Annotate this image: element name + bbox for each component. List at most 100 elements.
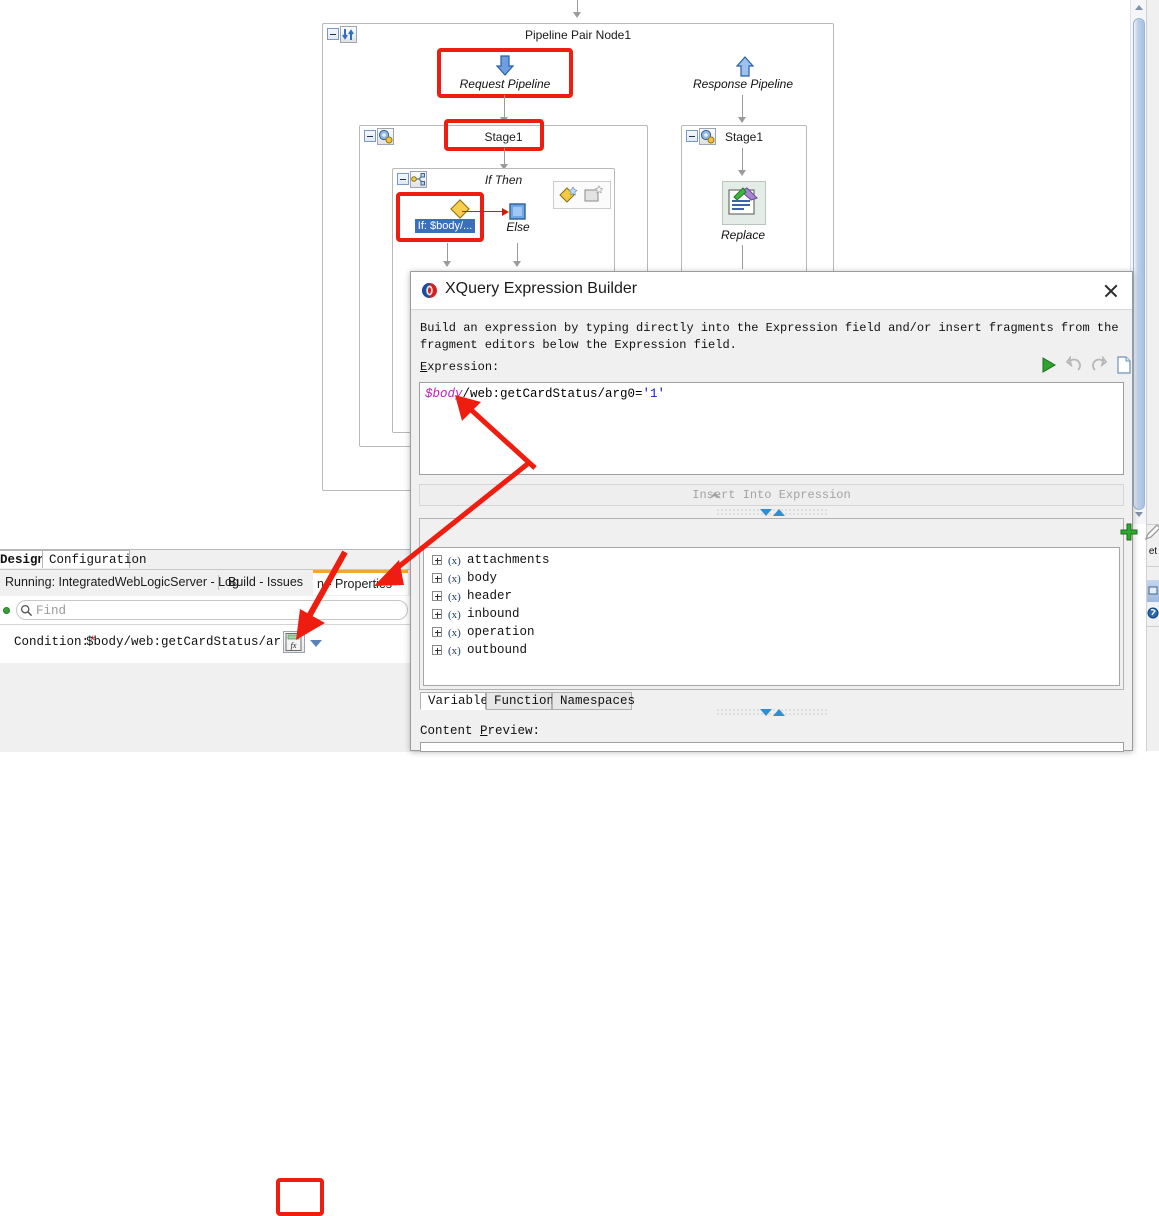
dock-tab-running-log[interactable]: Running: IntegratedWebLogicServer - Log xyxy=(5,570,239,595)
pipeline-pair-title: Pipeline Pair Node1 xyxy=(524,28,632,42)
divider xyxy=(1147,626,1159,627)
condition-label-text: Condition: xyxy=(14,635,90,649)
expression-input[interactable]: $body/web:getCardStatus/arg0='1' xyxy=(419,382,1124,475)
chevron-up-icon[interactable] xyxy=(772,709,785,716)
dock-tab-build-issues[interactable]: Build - Issues xyxy=(228,570,303,595)
close-icon[interactable]: × xyxy=(394,576,401,590)
if-to-else-connector xyxy=(462,208,514,216)
connector-arrowhead xyxy=(573,12,581,18)
if-then-palette[interactable] xyxy=(553,181,611,209)
scrollbar-thumb[interactable] xyxy=(1133,18,1145,510)
list-item-label: attachments xyxy=(467,553,550,567)
oracle-logo-icon xyxy=(422,283,437,298)
list-item-label: body xyxy=(467,571,498,585)
request-stage-title: Stage1 xyxy=(484,130,523,144)
edit-pencil-icon[interactable] xyxy=(1143,522,1159,542)
find-bar[interactable]: Find xyxy=(0,596,420,625)
list-item-label: outbound xyxy=(467,643,528,657)
variable-xy-icon: (x) xyxy=(448,609,461,621)
divider xyxy=(218,575,219,590)
connector-arrowhead xyxy=(443,261,451,267)
add-case-icon[interactable] xyxy=(583,184,605,206)
expand-toggle[interactable] xyxy=(432,609,442,619)
list-item-label: inbound xyxy=(467,607,520,621)
ide-bottom-panel[interactable]: Design Configuration Running: Integrated… xyxy=(0,549,420,1216)
scroll-down-button[interactable] xyxy=(1133,508,1145,522)
search-input[interactable] xyxy=(16,600,408,620)
expression-label: Expression: xyxy=(420,360,500,374)
restore-icon[interactable] xyxy=(1147,580,1159,602)
dialog-title-bar[interactable]: XQuery Expression Builder xyxy=(411,272,1132,310)
condition-value[interactable]: $body/web:getCardStatus/arg0='1' xyxy=(86,635,282,649)
right-strip-label: et xyxy=(1148,546,1158,557)
svg-text:(x): (x) xyxy=(448,627,461,639)
svg-text:(x): (x) xyxy=(448,555,461,567)
connector-arrowhead xyxy=(513,261,521,267)
splitter-lower[interactable] xyxy=(411,708,1132,719)
if-condition-label: If: $body/... xyxy=(415,219,475,233)
chevron-down-icon[interactable] xyxy=(759,709,772,716)
expand-toggle[interactable] xyxy=(432,591,442,601)
variable-xy-icon: (x) xyxy=(448,555,461,567)
chevron-down-icon[interactable] xyxy=(310,640,322,647)
close-icon[interactable] xyxy=(1099,279,1123,303)
else-node[interactable] xyxy=(508,203,528,221)
variable-xy-icon: (x) xyxy=(448,573,461,585)
connector-arrowhead xyxy=(738,117,746,123)
chevron-down-icon[interactable] xyxy=(759,509,772,516)
expression-path: /web:getCardStatus/arg0= xyxy=(462,387,643,401)
else-square-icon xyxy=(509,203,526,220)
connector-arrowhead xyxy=(500,117,508,123)
insert-into-expression-button[interactable]: Insert Into Expression xyxy=(419,484,1124,506)
variable-xy-icon: (x) xyxy=(448,591,461,603)
scroll-up-button[interactable] xyxy=(1133,2,1145,16)
splitter-grip xyxy=(715,508,828,517)
condition-label: Condition:* xyxy=(14,635,97,649)
editor-tab-bar[interactable]: Design Configuration xyxy=(0,550,420,569)
connector-line xyxy=(504,95,505,119)
list-item-label: header xyxy=(467,589,513,603)
svg-text:(x): (x) xyxy=(448,573,461,585)
tab-configuration[interactable]: Configuration xyxy=(42,550,147,568)
svg-text:(x): (x) xyxy=(448,591,461,603)
svg-text:(x): (x) xyxy=(448,645,461,657)
right-dock-strip[interactable]: et xyxy=(1146,0,1159,751)
dock-tab-bar[interactable]: Running: IntegratedWebLogicServer - Log … xyxy=(0,569,420,597)
request-pipeline-label: Request Pipeline xyxy=(459,77,551,91)
status-indicator-dot xyxy=(3,607,10,614)
variables-list[interactable]: (x) attachments (x) body (x) header (x) … xyxy=(423,547,1120,686)
dialog-title: XQuery Expression Builder xyxy=(445,280,638,297)
tab-design[interactable]: Design xyxy=(0,550,45,568)
expand-toggle[interactable] xyxy=(432,573,442,583)
expression-label-rest: xpression: xyxy=(427,360,500,374)
response-pipeline-label: Response Pipeline xyxy=(692,77,794,91)
replace-label: Replace xyxy=(720,228,766,242)
add-icon[interactable] xyxy=(1119,522,1139,542)
response-stage-title: Stage1 xyxy=(724,130,764,144)
svg-text:(x): (x) xyxy=(448,609,461,621)
run-icon[interactable] xyxy=(1040,356,1058,374)
condition-row[interactable]: Condition:* $body/web:getCardStatus/arg0… xyxy=(0,625,420,663)
svg-text:fx: fx xyxy=(291,641,297,650)
expand-toggle[interactable] xyxy=(432,555,442,565)
divider xyxy=(1147,566,1159,567)
expand-toggle[interactable] xyxy=(432,645,442,655)
undo-icon xyxy=(1065,356,1081,371)
expand-toggle[interactable] xyxy=(432,627,442,637)
search-placeholder: Find xyxy=(36,604,67,618)
connector-line xyxy=(742,95,743,119)
chevron-up-icon xyxy=(709,492,721,499)
fx-calculator-icon[interactable]: fx xyxy=(283,631,305,653)
list-item-label: operation xyxy=(467,625,535,639)
expression-value: $body/web:getCardStatus/arg0='1' xyxy=(425,387,665,401)
expression-literal: '1' xyxy=(642,387,666,401)
new-document-icon[interactable] xyxy=(1115,356,1133,374)
chevron-up-icon[interactable] xyxy=(772,509,785,516)
fragment-panel[interactable]: (x) attachments (x) body (x) header (x) … xyxy=(419,518,1159,690)
help-globe-icon[interactable] xyxy=(1147,602,1159,624)
connector-line xyxy=(742,245,743,269)
search-icon xyxy=(20,604,33,617)
replace-node[interactable] xyxy=(722,181,766,225)
xquery-expression-builder-dialog[interactable]: XQuery Expression Builder Build an expre… xyxy=(410,271,1159,752)
add-condition-icon[interactable] xyxy=(557,184,579,206)
